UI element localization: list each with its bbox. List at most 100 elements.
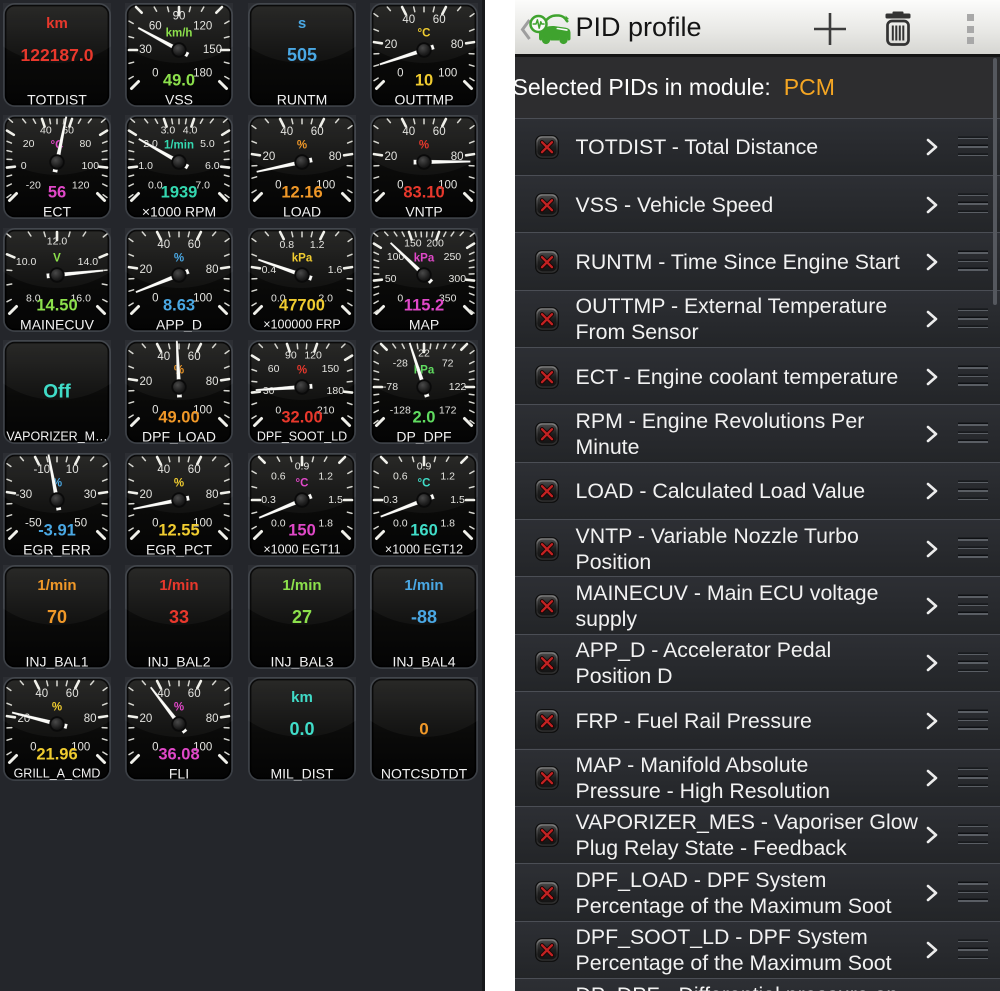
svg-text:%: % <box>52 702 62 714</box>
svg-text:80: 80 <box>206 488 219 500</box>
svg-text:50: 50 <box>74 517 87 529</box>
svg-text:200: 200 <box>426 237 444 249</box>
svg-text:0.0: 0.0 <box>393 517 408 529</box>
svg-text:MAP: MAP <box>409 316 439 332</box>
svg-text:10: 10 <box>66 464 79 476</box>
svg-text:×1000 RPM: ×1000 RPM <box>142 204 216 220</box>
svg-text:GRILL_A_CMD: GRILL_A_CMD <box>14 767 101 781</box>
svg-text:3.0: 3.0 <box>161 125 176 137</box>
svg-text:1/min: 1/min <box>404 577 443 594</box>
svg-text:VNTP: VNTP <box>405 204 442 220</box>
svg-text:EGR_PCT: EGR_PCT <box>146 541 213 557</box>
svg-text:DPF_LOAD: DPF_LOAD <box>142 429 216 445</box>
svg-text:250: 250 <box>444 251 462 263</box>
svg-text:0.3: 0.3 <box>383 494 398 506</box>
svg-text:20: 20 <box>384 39 397 51</box>
svg-text:40: 40 <box>402 127 415 139</box>
svg-text:0: 0 <box>152 292 158 304</box>
svg-text:Off: Off <box>43 382 71 403</box>
svg-text:100: 100 <box>193 292 212 304</box>
svg-text:1.2: 1.2 <box>440 470 455 482</box>
svg-text:150: 150 <box>203 44 222 56</box>
svg-text:-3.91: -3.91 <box>38 521 76 539</box>
svg-text:30: 30 <box>84 488 97 500</box>
svg-text:50: 50 <box>385 273 397 285</box>
svg-text:-20: -20 <box>26 180 41 192</box>
svg-text:0: 0 <box>152 68 158 80</box>
svg-text:2.0: 2.0 <box>412 409 435 427</box>
svg-text:90: 90 <box>173 11 186 23</box>
svg-text:1.2: 1.2 <box>318 470 333 482</box>
svg-text:%: % <box>419 140 429 152</box>
svg-text:10: 10 <box>415 72 433 90</box>
svg-text:FLI: FLI <box>169 766 189 782</box>
svg-text:49.00: 49.00 <box>159 409 200 427</box>
svg-text:%: % <box>174 252 184 264</box>
svg-text:APP_D: APP_D <box>156 316 202 332</box>
svg-text:NOTCSDTDT: NOTCSDTDT <box>381 766 468 782</box>
svg-text:TOTDIST: TOTDIST <box>27 92 87 108</box>
svg-text:56: 56 <box>48 184 66 202</box>
svg-text:120: 120 <box>304 350 322 362</box>
svg-text:22: 22 <box>418 348 430 360</box>
svg-text:DP_DPF: DP_DPF <box>396 429 451 445</box>
svg-text:27: 27 <box>292 607 312 627</box>
svg-text:1.2: 1.2 <box>309 239 324 251</box>
svg-text:505: 505 <box>287 45 317 65</box>
svg-text:12.55: 12.55 <box>159 521 200 539</box>
svg-text:100: 100 <box>82 160 100 172</box>
svg-text:150: 150 <box>288 521 316 539</box>
svg-text:40: 40 <box>158 351 171 363</box>
svg-text:60: 60 <box>188 351 201 363</box>
svg-text:kPa: kPa <box>414 252 435 264</box>
svg-text:-30: -30 <box>16 488 33 500</box>
svg-text:°C: °C <box>417 28 430 40</box>
svg-text:150: 150 <box>404 237 422 249</box>
svg-text:80: 80 <box>206 713 219 725</box>
svg-text:40: 40 <box>35 689 48 701</box>
svg-text:21.96: 21.96 <box>36 746 77 764</box>
svg-text:OUTTMP: OUTTMP <box>394 92 453 108</box>
svg-text:0.6: 0.6 <box>393 470 408 482</box>
svg-text:180: 180 <box>193 68 212 80</box>
svg-text:49.0: 49.0 <box>163 72 195 90</box>
svg-text:VSS: VSS <box>165 92 193 108</box>
svg-text:120: 120 <box>72 180 90 192</box>
svg-text:1/min: 1/min <box>164 140 194 152</box>
svg-text:0.6: 0.6 <box>271 470 286 482</box>
svg-text:150: 150 <box>321 363 339 375</box>
svg-text:1.6: 1.6 <box>327 264 342 276</box>
svg-text:VAPORIZER_M…: VAPORIZER_M… <box>6 430 107 444</box>
svg-text:INJ_BAL2: INJ_BAL2 <box>148 654 211 670</box>
svg-text:0.3: 0.3 <box>261 494 276 506</box>
svg-text:DPF_SOOT_LD: DPF_SOOT_LD <box>256 430 346 444</box>
svg-text:1.8: 1.8 <box>318 517 333 529</box>
svg-text:INJ_BAL3: INJ_BAL3 <box>270 654 333 670</box>
svg-text:36.08: 36.08 <box>159 746 200 764</box>
svg-text:60: 60 <box>66 689 79 701</box>
svg-text:100: 100 <box>438 68 457 80</box>
svg-text:40: 40 <box>402 14 415 26</box>
svg-text:60: 60 <box>149 20 162 32</box>
svg-text:×100000 FRP: ×100000 FRP <box>263 317 340 331</box>
svg-text:80: 80 <box>84 713 97 725</box>
svg-text:%: % <box>296 365 306 377</box>
svg-text:0: 0 <box>397 292 403 304</box>
svg-text:60: 60 <box>188 239 201 251</box>
svg-text:14.50: 14.50 <box>36 296 77 314</box>
svg-text:×1000 EGT11: ×1000 EGT11 <box>263 542 340 556</box>
svg-text:INJ_BAL1: INJ_BAL1 <box>25 654 88 670</box>
svg-text:km: km <box>291 689 313 706</box>
svg-text:1.8: 1.8 <box>440 517 455 529</box>
svg-text:0: 0 <box>397 68 403 80</box>
svg-text:km: km <box>46 15 68 32</box>
svg-text:70: 70 <box>47 607 67 627</box>
svg-text:40: 40 <box>40 125 52 137</box>
svg-text:4.0: 4.0 <box>183 125 198 137</box>
svg-text:20: 20 <box>140 488 153 500</box>
svg-text:180: 180 <box>326 385 344 397</box>
svg-text:83.10: 83.10 <box>403 184 444 202</box>
svg-text:°C: °C <box>417 477 430 489</box>
svg-text:47700: 47700 <box>279 296 325 314</box>
svg-text:20: 20 <box>262 151 275 163</box>
